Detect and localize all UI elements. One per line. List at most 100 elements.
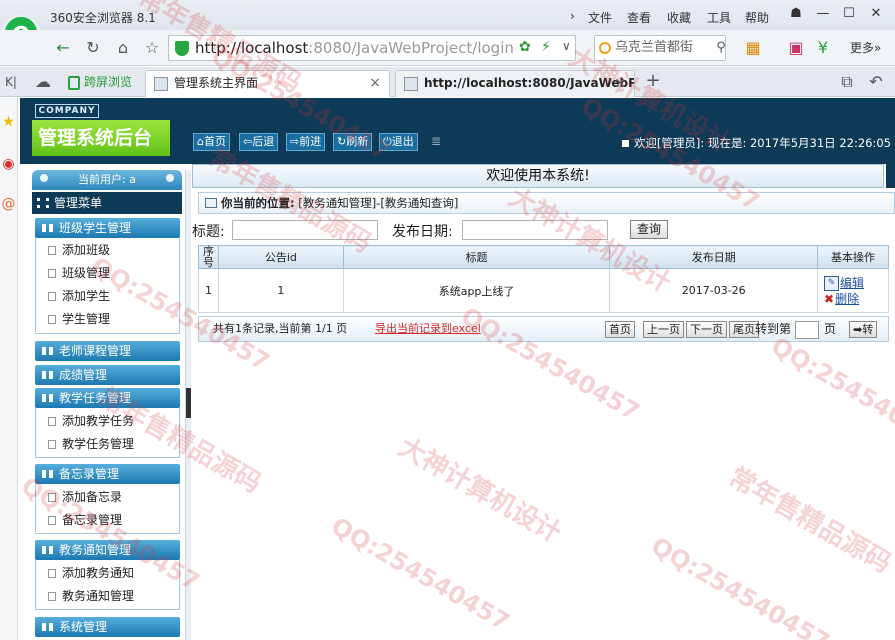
column-header: 公告id xyxy=(217,245,344,269)
refresh-button[interactable]: ↻刷新 xyxy=(333,133,373,151)
tab-list-icon[interactable]: ⧉ xyxy=(836,72,858,92)
menu-notice-manage[interactable]: 教务通知管理 xyxy=(46,586,134,606)
email-at-icon[interactable]: @ xyxy=(0,194,17,214)
group-notice[interactable]: 教务通知管理 xyxy=(35,540,180,560)
menu-tools[interactable]: 工具 xyxy=(707,9,731,26)
menu-file[interactable]: 文件 xyxy=(588,9,612,26)
menu-add-notice[interactable]: 添加教务通知 xyxy=(46,563,134,583)
more-button[interactable]: 更多» xyxy=(850,39,881,56)
browser-app-title: 360安全浏览器 8.1 xyxy=(50,11,156,25)
back-button[interactable]: ⇦后退 xyxy=(239,133,279,151)
title-input[interactable] xyxy=(232,220,378,240)
column-header: 序号 xyxy=(198,245,219,269)
star-icon[interactable]: ☆ xyxy=(141,38,163,58)
prev-page-button[interactable]: 上一页 xyxy=(643,321,684,338)
group-system[interactable]: 系统管理 xyxy=(35,617,180,637)
system-title: 管理系统后台 xyxy=(32,120,170,156)
first-page-button[interactable]: 首页 xyxy=(605,321,635,338)
shield-icon xyxy=(175,41,189,56)
page-icon xyxy=(48,440,56,449)
plugin-icon[interactable]: ✿ xyxy=(519,39,531,55)
logout-button[interactable]: ⏻退出 xyxy=(379,133,418,151)
phone-icon xyxy=(68,76,80,90)
notice-table: 序号 公告id 标题 发布日期 基本操作 1 1 系统app上线了 2017-0… xyxy=(198,245,889,313)
group-teaching-task[interactable]: 教学任务管理 xyxy=(35,388,180,408)
column-header: 发布日期 xyxy=(609,245,819,269)
menu-help[interactable]: 帮助 xyxy=(745,9,769,26)
sidebar: 当前用户: a 管理菜单 班级学生管理 添加班级 班级管理 添加学生 学生管理 … xyxy=(32,170,182,640)
refresh-icon[interactable]: ↻ xyxy=(82,38,104,58)
browser-side-strip: ★ ◉ @ xyxy=(0,98,18,640)
favorite-star-icon[interactable]: ★ xyxy=(0,112,17,132)
back-icon[interactable]: ← xyxy=(52,38,74,58)
tab-localhost[interactable]: http://localhost:8080/JavaWebPr × xyxy=(395,70,635,97)
goto-button[interactable]: ➡转 xyxy=(849,321,878,338)
mail-icon[interactable]: ▣ xyxy=(785,38,807,58)
minimize-button[interactable]: — xyxy=(812,4,834,24)
menu-add-student[interactable]: 添加学生 xyxy=(46,286,110,306)
group-scores[interactable]: 成绩管理 xyxy=(35,365,180,385)
tab-admin-main[interactable]: 管理系统主界面 × xyxy=(145,70,390,97)
export-excel-link[interactable]: 导出当前记录到excel xyxy=(375,317,481,341)
home-button[interactable]: ⌂首页 xyxy=(193,133,230,151)
forward-chevron-icon[interactable]: › xyxy=(570,9,575,23)
undo-close-icon[interactable]: ↶ xyxy=(865,72,887,92)
edit-icon[interactable]: ✎ xyxy=(824,275,840,291)
search-engine-icon xyxy=(599,42,611,54)
menu-favorites[interactable]: 收藏 xyxy=(667,9,691,26)
menu-add-teaching-task[interactable]: 添加教学任务 xyxy=(46,411,134,431)
group-teacher-course[interactable]: 老师课程管理 xyxy=(35,341,180,361)
table-header-row: 序号 公告id 标题 发布日期 基本操作 xyxy=(198,245,889,269)
pin-icon xyxy=(166,174,174,182)
search-input[interactable]: 乌克兰首都街 xyxy=(594,35,726,61)
next-page-button[interactable]: 下一页 xyxy=(686,321,727,338)
speed-icon[interactable]: ⚡ xyxy=(541,39,551,55)
menu-add-class[interactable]: 添加班级 xyxy=(46,240,110,260)
tab-close-icon[interactable]: × xyxy=(369,71,381,96)
query-button[interactable]: 查询 xyxy=(630,220,669,239)
group-icon xyxy=(42,470,53,478)
group-icon xyxy=(42,623,53,631)
delete-icon[interactable]: ✖ xyxy=(824,292,834,306)
menu-memo-manage[interactable]: 备忘录管理 xyxy=(46,510,122,530)
dropdown-chevron-icon[interactable]: ∨ xyxy=(562,39,571,53)
welcome-status: 欢迎[管理员]: 现在是: 2017年5月31日 22:26:05 xyxy=(621,135,891,151)
menu-grid-icon xyxy=(37,198,49,208)
menu-header: 管理菜单 xyxy=(32,192,182,214)
tab-scroll-left-icon[interactable]: K| xyxy=(0,72,22,92)
skin-icon[interactable]: ☗ xyxy=(785,4,807,24)
group-memo[interactable]: 备忘录管理 xyxy=(35,464,180,484)
date-label: 发布日期: xyxy=(392,224,453,240)
company-badge: COMPANY xyxy=(35,104,99,118)
tab-close-icon[interactable]: × xyxy=(614,71,626,96)
menu-class-manage[interactable]: 班级管理 xyxy=(46,263,110,283)
group-class-student[interactable]: 班级学生管理 xyxy=(35,218,180,238)
delete-link[interactable]: 删除 xyxy=(835,292,859,306)
edit-link[interactable]: 编辑 xyxy=(840,276,864,290)
menu-teaching-task-manage[interactable]: 教学任务管理 xyxy=(46,434,134,454)
apps-grid-icon[interactable]: ▦ xyxy=(742,38,764,58)
tab-cross-screen[interactable]: 跨屏浏览 xyxy=(62,70,138,97)
maximize-button[interactable]: ☐ xyxy=(838,4,860,24)
page-icon xyxy=(48,569,56,578)
search-icon[interactable]: ⚲ xyxy=(710,38,732,58)
new-tab-icon[interactable]: + xyxy=(642,71,664,91)
menu-view[interactable]: 查看 xyxy=(627,9,651,26)
date-input[interactable] xyxy=(462,220,608,240)
menu-student-manage[interactable]: 学生管理 xyxy=(46,309,110,329)
cloud-icon[interactable]: ☁ xyxy=(32,72,54,92)
weibo-icon[interactable]: ◉ xyxy=(0,154,17,174)
goto-page-input[interactable] xyxy=(795,321,819,339)
app-header: COMPANY 管理系统后台 ⌂首页 ⇦后退 ⇨前进 ↻刷新 ⏻退出 ≣ 欢迎[… xyxy=(20,98,895,164)
forward-button[interactable]: ⇨前进 xyxy=(286,133,326,151)
cell-title: 系统app上线了 xyxy=(342,268,611,313)
address-text: http://localhost:8080/JavaWebProject/log… xyxy=(195,39,513,57)
address-bar[interactable]: http://localhost:8080/JavaWebProject/log… xyxy=(168,35,576,61)
collapse-sidebar-handle[interactable] xyxy=(186,388,191,418)
close-window-button[interactable]: ✕ xyxy=(865,4,887,24)
money-icon[interactable]: ¥ xyxy=(812,38,834,58)
group-icon xyxy=(42,224,53,232)
menu-add-memo[interactable]: 添加备忘录 xyxy=(46,487,122,507)
page-icon xyxy=(48,269,56,278)
home-icon[interactable]: ⌂ xyxy=(112,38,134,58)
